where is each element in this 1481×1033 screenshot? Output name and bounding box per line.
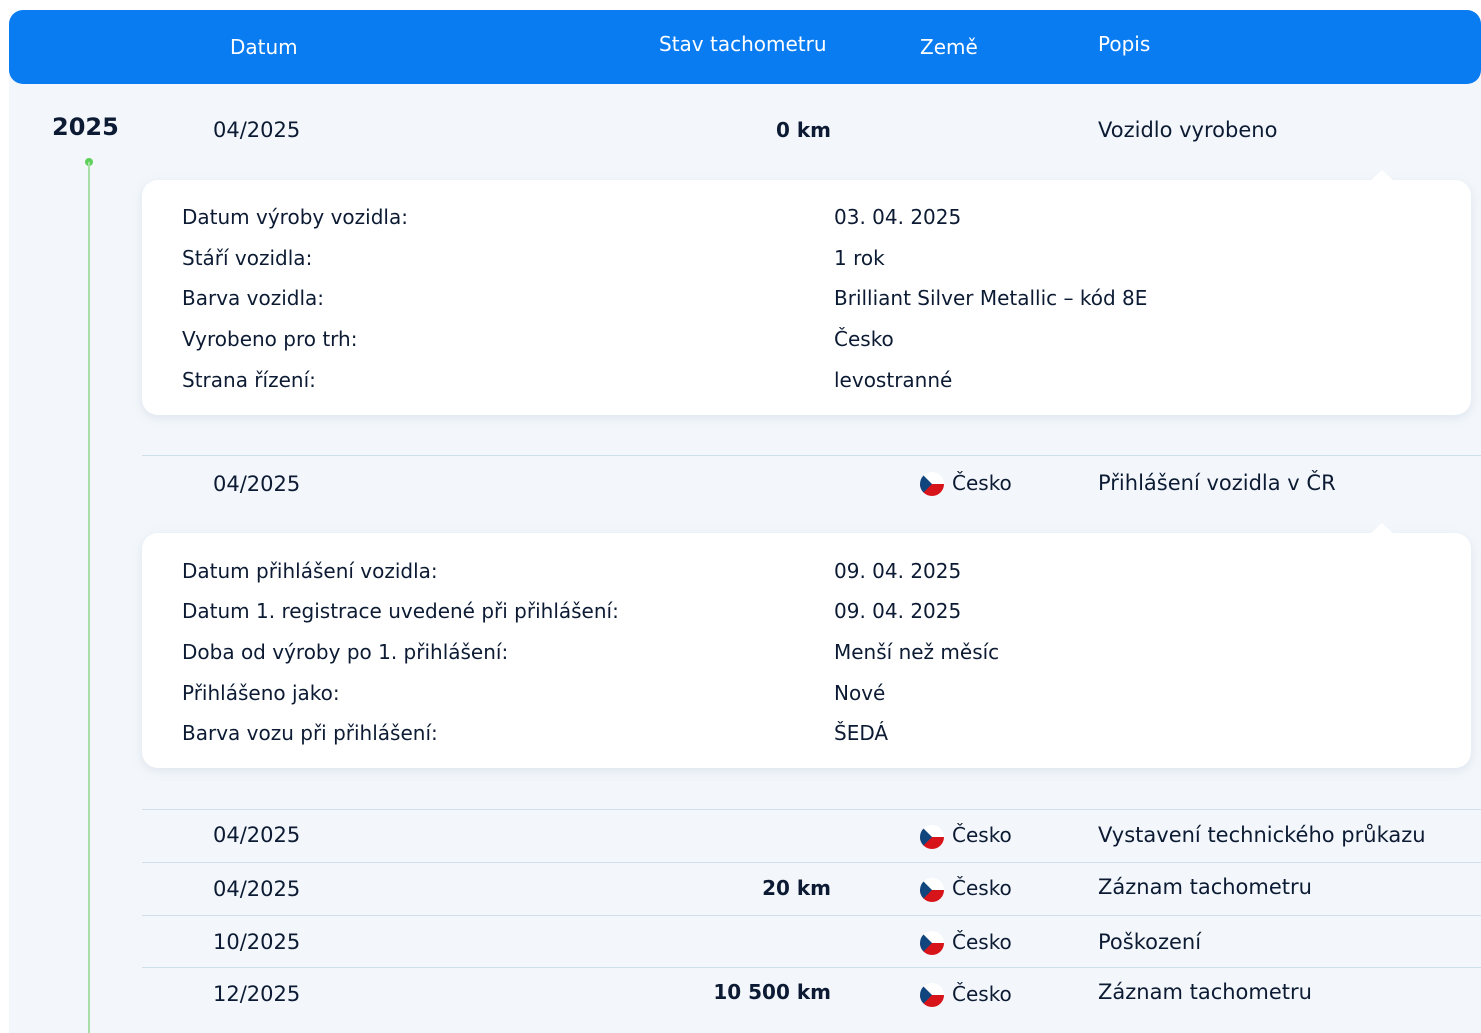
row-date: 04/2025: [213, 118, 301, 142]
detail-card-registration: Datum přihlášení vozidla: 09. 04. 2025 D…: [142, 523, 1471, 768]
header-odometer[interactable]: Stav tachometru: [659, 32, 827, 56]
timeline-line: [88, 162, 90, 1033]
detail-value: Česko: [834, 327, 894, 351]
czech-flag-icon: [920, 878, 944, 902]
detail-label: Datum přihlášení vozidla:: [182, 559, 438, 583]
row-description: Vystavení technického průkazu: [1098, 823, 1426, 847]
header-country[interactable]: Země: [920, 35, 978, 59]
table-header: Datum Stav tachometru Země Popis: [9, 10, 1481, 84]
detail-value: 1 rok: [834, 246, 885, 270]
row-date: 04/2025: [213, 823, 301, 847]
row-country: Česko: [952, 876, 1012, 900]
row-description: Přihlášení vozidla v ČR: [1098, 471, 1336, 495]
row-date: 10/2025: [213, 930, 301, 954]
row-description: Záznam tachometru: [1098, 875, 1312, 899]
row-country: Česko: [952, 930, 1012, 954]
row-odometer: 0 km: [775, 118, 831, 142]
row-description: Poškození: [1098, 930, 1202, 954]
detail-value: 09. 04. 2025: [834, 559, 962, 583]
row-date: 12/2025: [213, 982, 301, 1006]
detail-label: Stáří vozidla:: [182, 246, 313, 270]
detail-label: Doba od výroby po 1. přihlášení:: [182, 640, 509, 664]
row-divider: [142, 915, 1481, 916]
detail-value: Menší než měsíc: [834, 640, 1000, 664]
detail-value: levostranné: [834, 368, 953, 392]
card-pointer: [1370, 170, 1394, 181]
row-divider: [142, 809, 1481, 810]
detail-value: Nové: [834, 681, 886, 705]
card-pointer: [1370, 523, 1394, 534]
czech-flag-icon: [920, 472, 944, 496]
row-odometer: 20 km: [762, 876, 831, 900]
detail-value: 09. 04. 2025: [834, 599, 962, 623]
czech-flag-icon: [920, 825, 944, 849]
row-country: Česko: [952, 471, 1012, 495]
detail-label: Barva vozu při přihlášení:: [182, 721, 438, 745]
detail-value: Brilliant Silver Metallic – kód 8E: [834, 286, 1148, 310]
year-label: 2025: [52, 113, 119, 141]
detail-label: Strana řízení:: [182, 368, 316, 392]
row-date: 04/2025: [213, 877, 301, 901]
row-description: Záznam tachometru: [1098, 980, 1312, 1004]
detail-card-production: Datum výroby vozidla: 03. 04. 2025 Stáří…: [142, 170, 1471, 415]
row-country: Česko: [952, 823, 1012, 847]
detail-label: Vyrobeno pro trh:: [182, 327, 358, 351]
row-country: Česko: [952, 982, 1012, 1006]
detail-label: Přihlášeno jako:: [182, 681, 340, 705]
detail-value: 03. 04. 2025: [834, 205, 962, 229]
czech-flag-icon: [920, 983, 944, 1007]
detail-label: Datum 1. registrace uvedené při přihláše…: [182, 599, 619, 623]
header-date[interactable]: Datum: [230, 35, 298, 59]
row-date: 04/2025: [213, 472, 301, 496]
detail-label: Barva vozidla:: [182, 286, 325, 310]
row-divider: [142, 455, 1481, 456]
row-odometer: 10 500 km: [713, 980, 831, 1004]
row-divider: [142, 862, 1481, 863]
row-divider: [142, 967, 1481, 968]
header-description[interactable]: Popis: [1098, 32, 1150, 56]
detail-value: ŠEDÁ: [834, 721, 889, 745]
detail-label: Datum výroby vozidla:: [182, 205, 408, 229]
row-description: Vozidlo vyrobeno: [1098, 118, 1278, 142]
czech-flag-icon: [920, 931, 944, 955]
